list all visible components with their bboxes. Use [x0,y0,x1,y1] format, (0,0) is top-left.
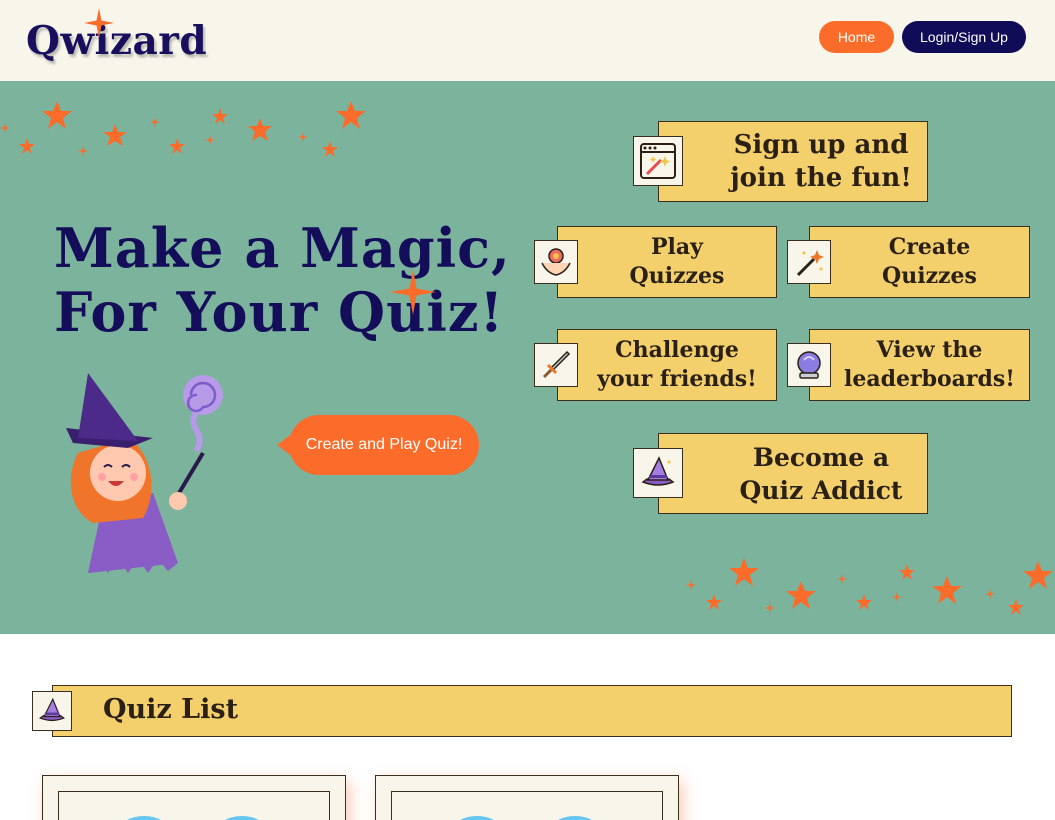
quiz-list-title: Quiz List [103,694,239,725]
leaderboards-line-2: leaderboards! [844,366,1015,392]
create-line-1: Create [888,234,971,260]
decorative-stars-top [0,101,366,157]
hero-section: Make a Magic, For Your Quiz! Create and … [0,81,1055,634]
magic-wand-icon [787,240,831,284]
quiz-thumbnail-shape [119,816,169,820]
cta-container: Create and Play Quiz! [277,415,479,475]
play-line-2: Quizzes [629,263,725,289]
quiz-card[interactable] [42,775,346,820]
create-line-2: Quizzes [882,263,977,289]
crystal-ball-icon [787,343,831,387]
witch-illustration [66,373,223,573]
signup-line-1: Sign up and [733,129,909,160]
feature-card-signup[interactable]: Sign up and join the fun! [658,121,928,202]
sparkle-icon [390,269,436,315]
quiz-list-header: Quiz List [52,685,1012,737]
addict-line-1: Become a [752,442,890,472]
hero-headline: Make a Magic, For Your Quiz! [54,216,511,344]
feature-card-addict[interactable]: Become a Quiz Addict [658,433,928,514]
quiz-thumbnail-shape [452,816,502,820]
quiz-thumbnail-shape [217,816,267,820]
login-signup-button[interactable]: Login/Sign Up [902,21,1026,53]
feature-card-create[interactable]: Create Quizzes [809,226,1030,298]
quiz-thumbnail [391,791,663,820]
challenge-line-2: your friends! [597,366,757,392]
hands-flower-icon [534,240,578,284]
logo-text: Qwizard [26,18,208,64]
signup-line-2: join the fun! [730,162,912,193]
home-button[interactable]: Home [819,21,894,53]
play-line-1: Play [651,234,703,260]
decorative-stars-bottom [686,558,1053,615]
top-nav-bar: Qwizard Home Login/Sign Up [0,0,1055,81]
feature-card-leaderboards[interactable]: View the leaderboards! [809,329,1030,401]
leaderboards-line-1: View the [876,337,983,363]
headline-line-1: Make a Magic, [54,216,511,280]
qwizard-logo[interactable]: Qwizard [26,8,216,72]
feature-card-challenge[interactable]: Challenge your friends! [557,329,777,401]
magic-window-icon [633,136,683,186]
star-icon [84,8,114,38]
witch-hat-icon [633,448,683,498]
quiz-thumbnail-shape [550,816,600,820]
challenge-line-1: Challenge [615,337,739,363]
sword-icon [534,343,578,387]
quiz-card[interactable] [375,775,679,820]
witch-hat-icon [32,691,72,731]
create-play-quiz-button[interactable]: Create and Play Quiz! [289,415,479,475]
feature-card-play[interactable]: Play Quizzes [557,226,777,298]
addict-line-2: Quiz Addict [739,475,903,505]
quiz-thumbnail [58,791,330,820]
headline-line-2: For Your Quiz! [54,280,505,344]
